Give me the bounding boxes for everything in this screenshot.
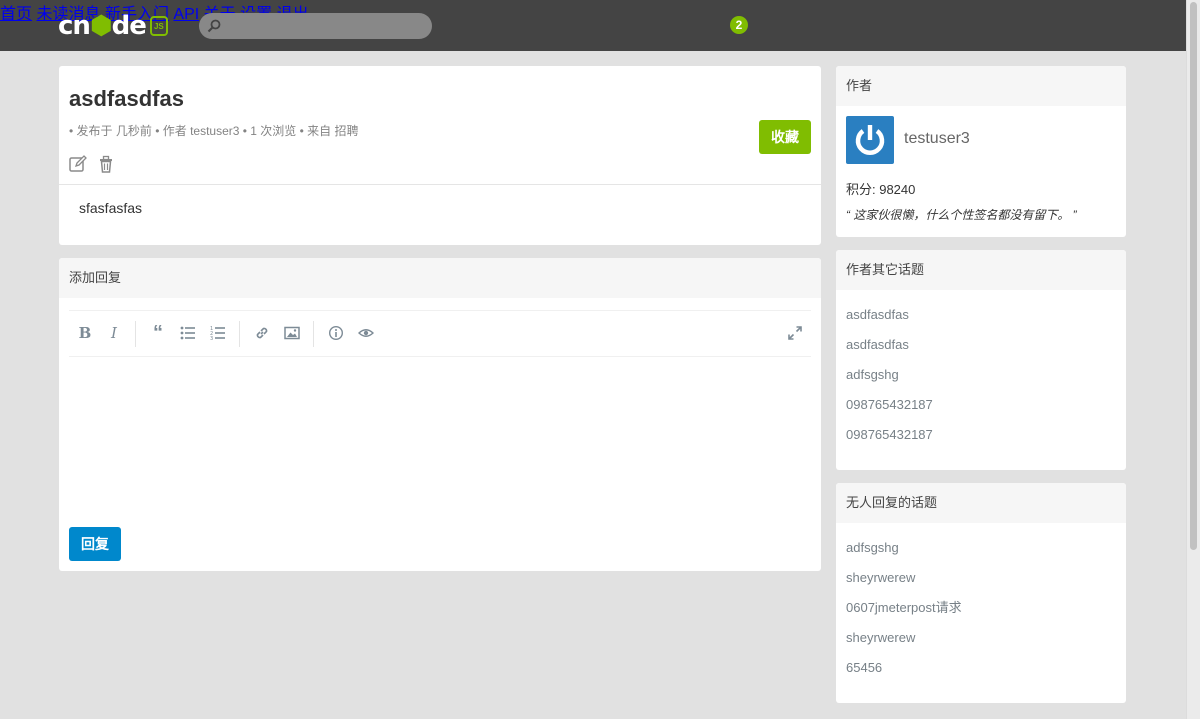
svg-text:3: 3 xyxy=(210,336,213,341)
italic-icon[interactable]: I xyxy=(106,324,122,342)
js-badge-icon: JS xyxy=(149,16,168,36)
other-topics-header: 作者其它话题 xyxy=(836,250,1126,290)
info-icon[interactable] xyxy=(328,325,344,341)
image-icon[interactable] xyxy=(284,325,300,341)
no-reply-topics-panel: 无人回复的话题 adfsgshg sheyrwerew 0607jmeterpo… xyxy=(836,483,1126,703)
author-name-link[interactable]: testuser3 xyxy=(904,130,970,148)
nav-home[interactable]: 首页 xyxy=(0,6,32,23)
quote-icon[interactable]: “ xyxy=(150,322,166,344)
preview-eye-icon[interactable] xyxy=(358,325,374,341)
author-other-topics-panel: 作者其它话题 asdfasdfas asdfasdfas adfsgshg 09… xyxy=(836,250,1126,470)
list-item[interactable]: asdfasdfas xyxy=(846,332,933,362)
list-item[interactable]: 098765432187 xyxy=(846,392,933,422)
logo-wordmark: cn⬢de xyxy=(58,11,147,41)
author-panel-header: 作者 xyxy=(836,66,1126,106)
bold-icon[interactable]: B xyxy=(77,324,93,342)
editor-toolbar: B I “ 1 2 3 xyxy=(69,310,811,357)
scrollbar-thumb[interactable] xyxy=(1190,2,1197,550)
search-box xyxy=(199,13,432,39)
collect-button[interactable]: 收藏 xyxy=(759,120,811,154)
no-reply-topics-list: adfsgshg sheyrwerew 0607jmeterpost请求 she… xyxy=(846,535,962,685)
list-item[interactable]: sheyrwerew xyxy=(846,625,962,655)
reply-editor-area[interactable] xyxy=(69,358,811,518)
list-item[interactable]: adfsgshg xyxy=(846,362,933,392)
list-item[interactable]: 0607jmeterpost请求 xyxy=(846,595,962,625)
other-topics-list: asdfasdfas asdfasdfas adfsgshg 098765432… xyxy=(846,302,933,452)
list-item[interactable]: sheyrwerew xyxy=(846,565,962,595)
reply-submit-button[interactable]: 回复 xyxy=(69,527,121,561)
toolbar-separator xyxy=(239,321,240,347)
reply-panel: 添加回复 B I “ 1 2 3 回复 xyxy=(59,258,821,571)
list-item[interactable]: adfsgshg xyxy=(846,535,962,565)
avatar[interactable] xyxy=(846,116,894,164)
author-panel: 作者 testuser3 积分: 98240 “ 这家伙很懒，什么个性签名都没有… xyxy=(836,66,1126,237)
topic-divider xyxy=(59,184,821,185)
author-score: 积分: 98240 xyxy=(846,182,916,197)
toolbar-separator xyxy=(135,321,136,347)
list-item[interactable]: 098765432187 xyxy=(846,422,933,452)
list-item[interactable]: 65456 xyxy=(846,655,962,685)
topic-meta: • 发布于 几秒前 • 作者 testuser3 • 1 次浏览 • 来自 招聘 xyxy=(69,124,359,138)
link-icon[interactable] xyxy=(254,325,270,341)
page-scrollbar[interactable] xyxy=(1186,0,1200,719)
no-reply-topics-header: 无人回复的话题 xyxy=(836,483,1126,523)
topic-content: sfasfasfas xyxy=(79,200,143,216)
topic-panel: asdfasdfas • 发布于 几秒前 • 作者 testuser3 • 1 … xyxy=(59,66,821,245)
unordered-list-icon[interactable] xyxy=(180,325,196,341)
ordered-list-icon[interactable]: 1 2 3 xyxy=(210,325,226,341)
edit-icon[interactable] xyxy=(69,155,87,173)
power-avatar-icon xyxy=(855,125,885,155)
unread-count-badge: 2 xyxy=(730,16,748,34)
topic-title: asdfasdfas xyxy=(69,86,184,111)
fullscreen-icon[interactable] xyxy=(787,325,803,341)
topic-actions xyxy=(69,155,115,173)
search-icon xyxy=(207,19,221,33)
list-item[interactable]: asdfasdfas xyxy=(846,302,933,332)
navbar: cn⬢de JS 首页 2 未读消息 新手入门 API 关于 设置 退出 xyxy=(0,0,1186,51)
toolbar-separator xyxy=(313,321,314,347)
reply-panel-header: 添加回复 xyxy=(59,258,821,298)
cnode-logo[interactable]: cn⬢de JS xyxy=(58,12,182,40)
author-signature: “ 这家伙很懒，什么个性签名都没有留下。 ” xyxy=(846,208,1077,222)
search-input[interactable] xyxy=(225,16,425,36)
trash-icon[interactable] xyxy=(97,155,115,173)
